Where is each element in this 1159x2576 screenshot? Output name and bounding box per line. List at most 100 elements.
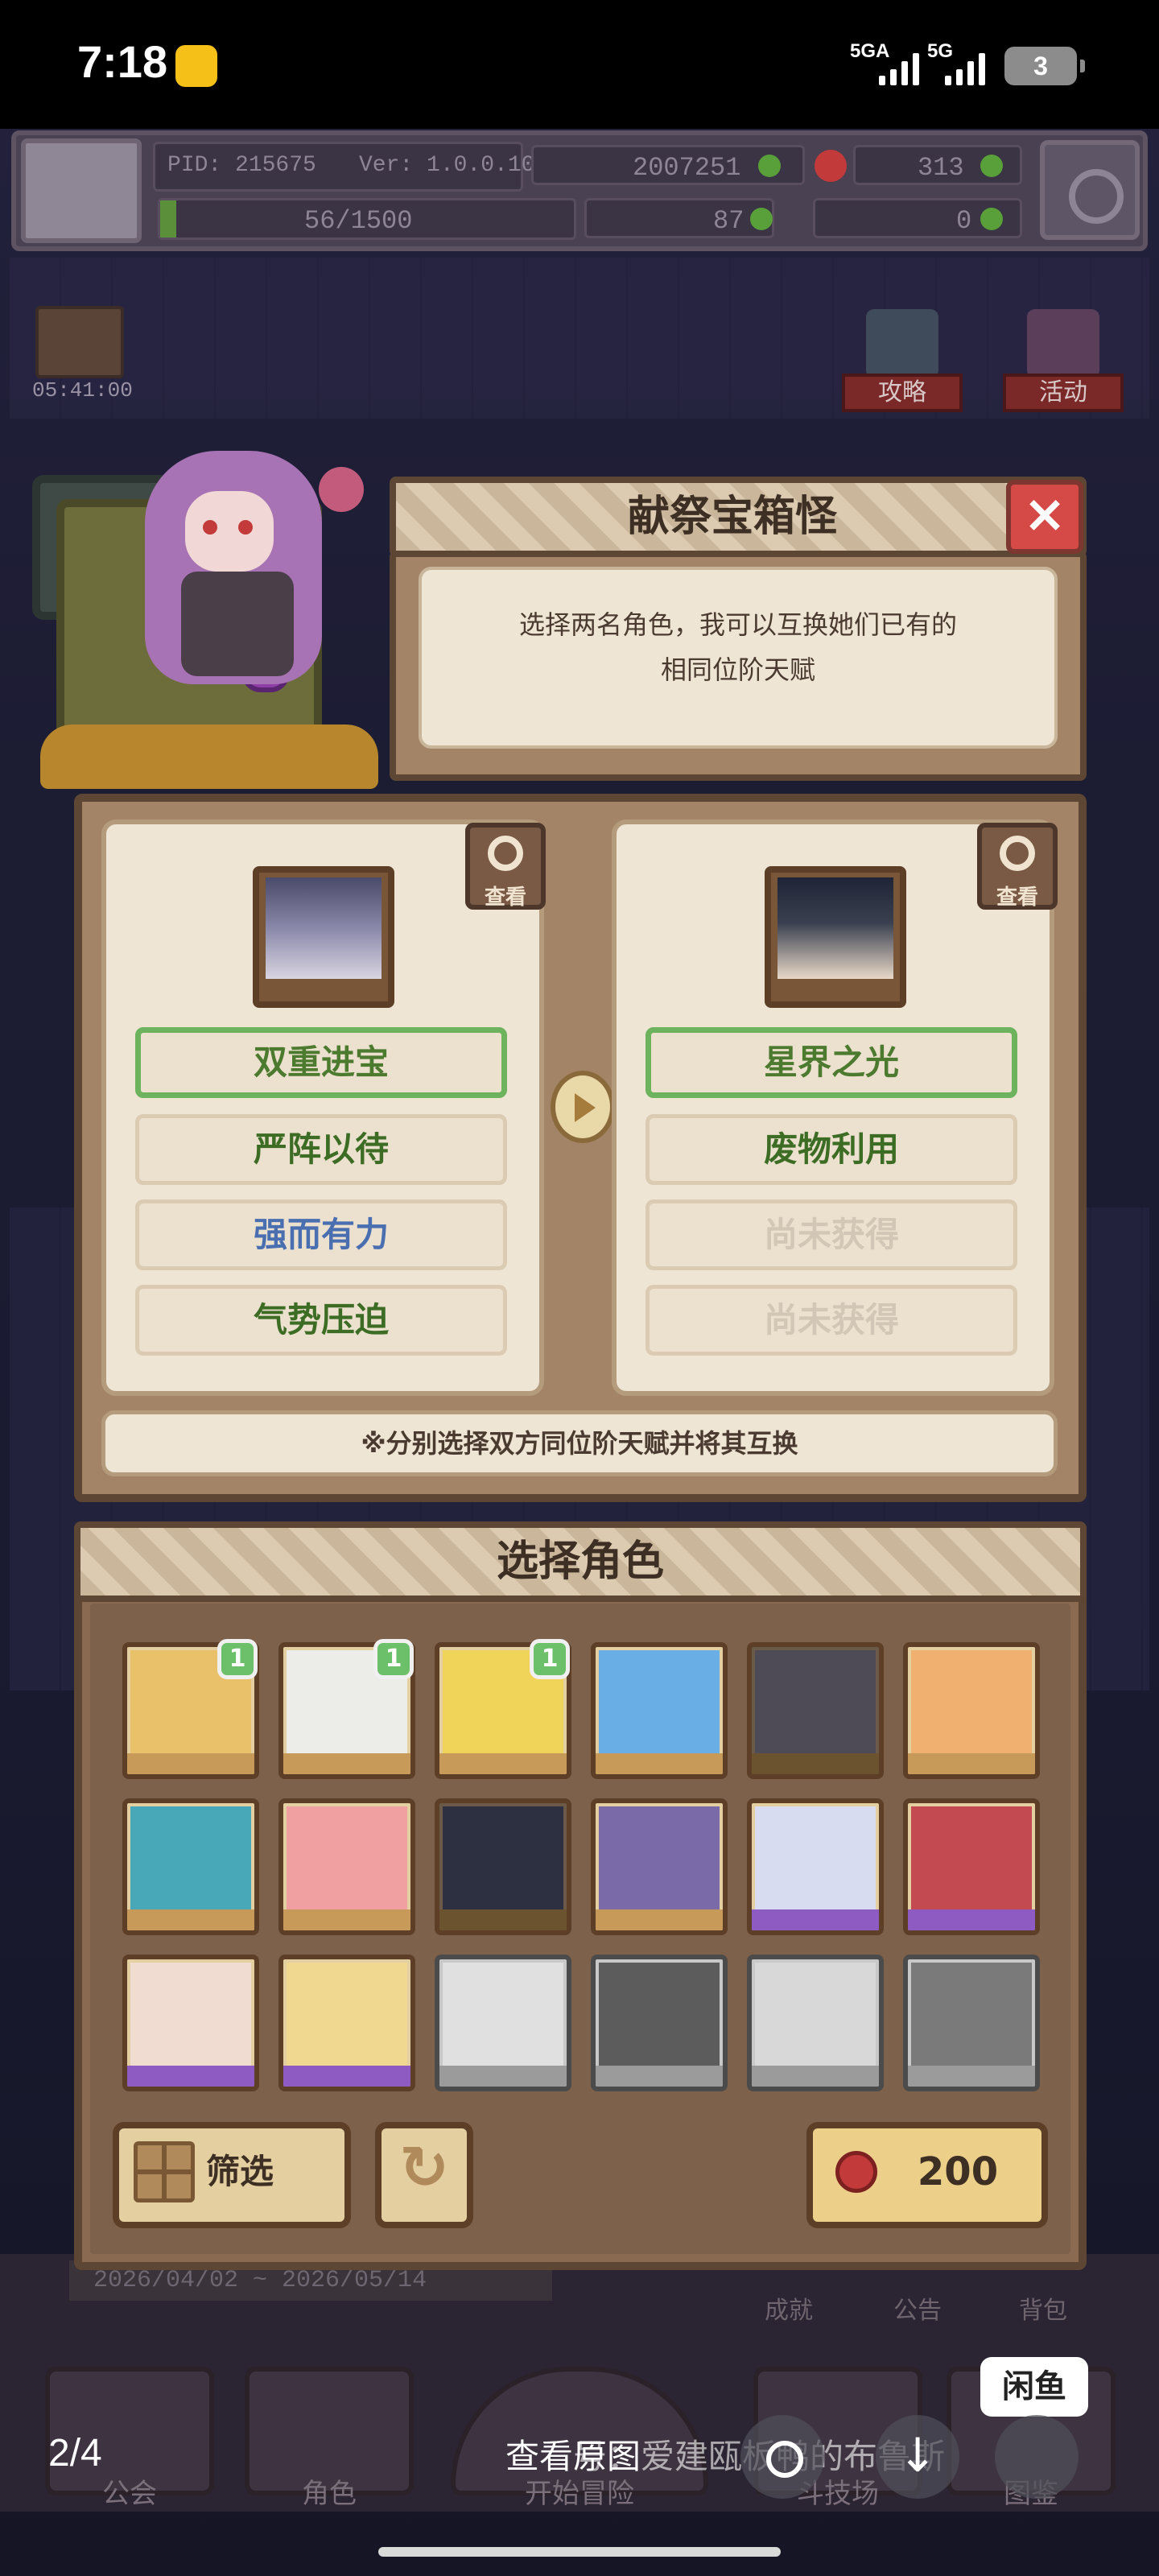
notification-app-icon [175,45,217,87]
add-key-icon[interactable] [980,208,1003,230]
rarity-bar [439,1753,567,1774]
character-slot-locked[interactable] [435,1955,571,2091]
more-icon[interactable] [995,2415,1079,2499]
character-face [443,1806,563,1913]
right-talent-1[interactable]: 星界之光 [645,1027,1017,1098]
character-slot[interactable] [591,1642,728,1779]
achievement-label[interactable]: 成就 [740,2290,837,2326]
event-button[interactable]: 活动 [1003,309,1124,412]
character-slot[interactable] [903,1798,1040,1935]
scan-icon[interactable] [740,2415,824,2499]
nav-character-label: 角色 [302,2478,357,2510]
description-line: 相同位阶天赋 [660,654,815,685]
left-talent-4[interactable]: 气势压迫 [135,1285,507,1356]
nav-guild-label: 公会 [102,2478,157,2510]
character-slot[interactable] [747,1798,884,1935]
add-gem-icon[interactable] [980,155,1003,177]
filter-label: 筛选 [206,2152,274,2191]
left-view-label: 查看 [484,886,526,910]
notice-label[interactable]: 公告 [869,2290,966,2326]
download-icon[interactable]: ↓ [876,2415,959,2499]
left-talent-2[interactable]: 严阵以待 [135,1114,507,1185]
description-text: 选择两名角色，我可以互换她们已有的 相同位阶天赋 [451,602,1025,692]
character-face [599,1963,720,2069]
character-face [911,1806,1032,1913]
character-slot[interactable] [903,1642,1040,1779]
character-face [755,1963,876,2069]
rarity-bar [752,1909,879,1930]
left-talent-1[interactable]: 双重进宝 [135,1027,507,1098]
red-gem-icon [835,2151,877,2193]
left-character-face [266,877,382,979]
grid-filter-icon [134,2141,195,2202]
image-counter: 2/4 [48,2432,102,2475]
right-character-portrait[interactable] [765,866,906,1008]
view-original-button[interactable]: 查看原图 [505,2429,641,2479]
refresh-button[interactable] [375,2122,473,2228]
signal-bars-icon [945,50,985,85]
select-title: 选择角色 [496,1538,664,1586]
swap-arrow-icon [551,1071,615,1143]
rarity-bar [439,1909,567,1930]
signal-bars-icon [879,50,919,85]
right-talent-4-locked: 尚未获得 [645,1285,1017,1356]
character-slot[interactable] [122,1798,259,1935]
character-face [755,1650,876,1757]
chat-icon [866,309,938,378]
rarity-bar [127,1753,254,1774]
left-view-button[interactable]: 查看 [465,823,546,910]
game-version: Ver: 1.0.0.10 [359,153,535,178]
player-id: PID: 215675 [167,153,316,178]
character-slot[interactable] [122,1955,259,2091]
right-character-face [777,877,893,979]
left-talent-3[interactable]: 强而有力 [135,1199,507,1270]
character-slot[interactable] [591,1798,728,1935]
character-slot-in-use[interactable] [747,1642,884,1779]
rarity-bar [439,2066,567,2087]
character-slot[interactable] [278,1955,415,2091]
character-face [287,1806,407,1913]
key-value: 0 [956,206,972,236]
home-indicator[interactable] [378,2547,781,2557]
add-clover-icon[interactable] [750,208,773,230]
character-slot[interactable] [278,1798,415,1935]
right-view-button[interactable]: 查看 [977,823,1058,910]
selected-badge: 1 [530,1639,570,1679]
character-face [130,1963,251,2069]
guide-button[interactable]: 攻略 [842,309,963,412]
chest-timer: 05:41:00 [32,378,133,402]
timed-chest-icon[interactable] [35,306,124,378]
character-face [911,1963,1032,2069]
balloon-icon [1027,309,1099,378]
add-gold-icon[interactable] [758,155,781,177]
stamina-fill [160,200,176,237]
selected-badge: 1 [373,1639,414,1679]
backpack-label[interactable]: 背包 [995,2290,1091,2326]
rarity-bar [752,1753,879,1774]
close-icon[interactable]: × [1006,480,1083,554]
rarity-bar [908,2066,1035,2087]
description-line: 选择两名角色，我可以互换她们已有的 [518,609,957,640]
mimic-girl-face [185,491,274,572]
right-talent-2[interactable]: 废物利用 [645,1114,1017,1185]
character-slot-locked[interactable] [747,1955,884,2091]
red-gem-value: 313 [918,153,964,183]
rarity-bar [908,1753,1035,1774]
character-slot-locked[interactable] [591,1955,728,2091]
character-slot-in-use[interactable] [435,1798,571,1935]
settings-gear-button[interactable] [1040,140,1140,240]
rarity-bar [596,1753,723,1774]
rarity-bar [908,1909,1035,1930]
clover-counter [584,198,774,238]
character-slot-locked[interactable] [903,1955,1040,2091]
modal-title: 献祭宝箱怪 [627,493,837,541]
character-face [755,1806,876,1913]
rarity-bar [283,1909,410,1930]
mimic-girl-body [181,572,294,676]
character-face [287,1963,407,2069]
magnifier-icon [1000,836,1035,871]
rarity-bar [752,2066,879,2087]
left-character-portrait[interactable] [253,866,394,1008]
player-avatar[interactable] [21,138,142,243]
rarity-bar [283,2066,410,2087]
